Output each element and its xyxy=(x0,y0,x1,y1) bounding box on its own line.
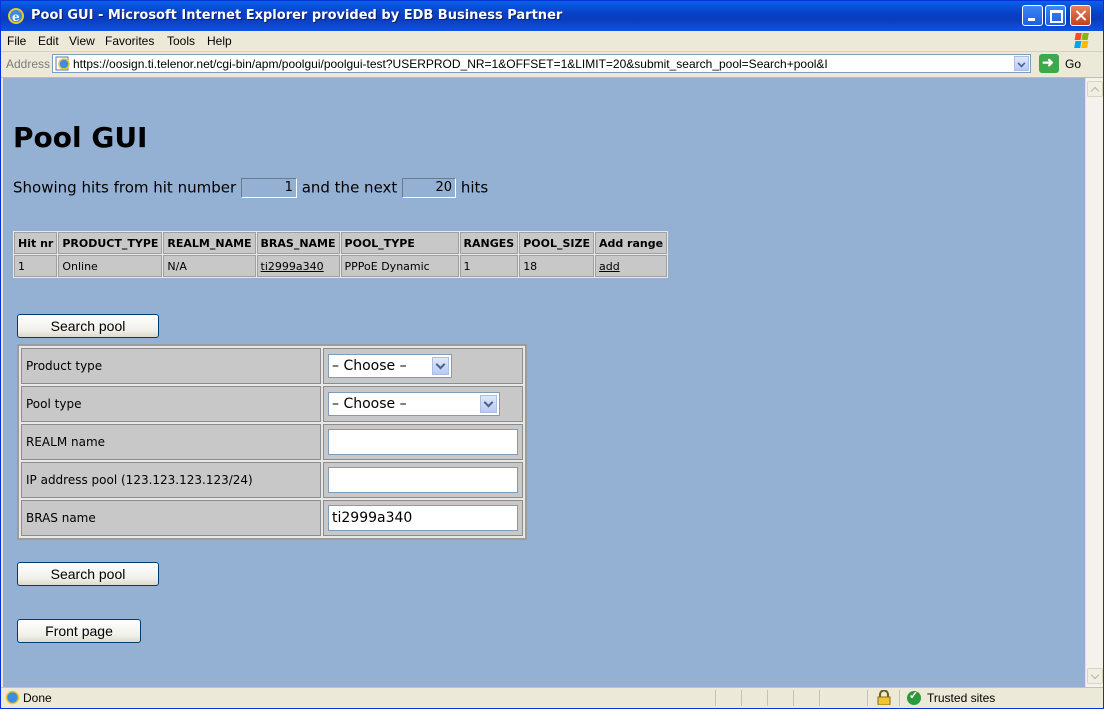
product-type-select[interactable]: – Choose – xyxy=(328,354,452,378)
limit-input[interactable]: 20 xyxy=(402,178,457,198)
address-label: Address xyxy=(6,57,51,71)
product-type-value: – Choose – xyxy=(332,358,407,374)
status-divider xyxy=(867,690,868,706)
zone-label: Trusted sites xyxy=(927,691,996,705)
pool-type-label: Pool type xyxy=(21,386,321,422)
status-divider xyxy=(715,690,716,706)
cell-pool-size: 18 xyxy=(519,255,594,277)
address-url: https://oosign.ti.telenor.net/cgi-bin/ap… xyxy=(73,57,828,71)
col-header: RANGES xyxy=(459,232,519,254)
menu-bar: File Edit View Favorites Tools Help xyxy=(1,31,1103,52)
cell-bras-name: ti2999a340 xyxy=(256,255,340,277)
chevron-down-icon xyxy=(480,395,497,413)
status-divider xyxy=(793,690,794,706)
cell-hit-nr: 1 xyxy=(14,255,58,277)
product-type-cell: – Choose – xyxy=(323,348,523,384)
menu-edit[interactable]: Edit xyxy=(38,34,59,48)
ip-pool-label: IP address pool (123.123.123.123/24) xyxy=(21,462,321,498)
menu-file[interactable]: File xyxy=(7,34,26,48)
pool-type-cell: – Choose – xyxy=(323,386,523,422)
go-button[interactable]: Go xyxy=(1065,57,1081,71)
svg-text:e: e xyxy=(12,10,20,24)
form-row-bras-name: BRAS name ti2999a340 xyxy=(21,500,523,536)
ip-pool-cell xyxy=(323,462,523,498)
col-header: POOL_TYPE xyxy=(340,232,459,254)
scroll-down-icon[interactable] xyxy=(1087,668,1103,684)
results-header-row: Hit nr PRODUCT_TYPE REALM_NAME BRAS_NAME… xyxy=(14,232,668,254)
windows-flag-icon xyxy=(1074,33,1089,48)
results-table: Hit nr PRODUCT_TYPE REALM_NAME BRAS_NAME… xyxy=(13,231,669,278)
search-pool-button-bottom[interactable]: Search pool xyxy=(17,562,159,586)
page-icon xyxy=(55,56,70,71)
hits-suffix: hits xyxy=(460,178,489,197)
bras-name-link[interactable]: ti2999a340 xyxy=(261,260,324,273)
realm-name-cell xyxy=(323,424,523,460)
title-bar: e Pool GUI - Microsoft Internet Explorer… xyxy=(1,1,1103,31)
address-input[interactable]: https://oosign.ti.telenor.net/cgi-bin/ap… xyxy=(52,54,1031,73)
status-divider xyxy=(767,690,768,706)
col-header: BRAS_NAME xyxy=(256,232,340,254)
form-row-product-type: Product type – Choose – xyxy=(21,348,523,384)
trusted-sites-icon xyxy=(907,689,921,705)
table-row: 1 Online N/A ti2999a340 PPPoE Dynamic 1 … xyxy=(14,255,668,277)
pool-type-select[interactable]: – Choose – xyxy=(328,392,500,416)
status-divider xyxy=(819,690,820,706)
close-button[interactable] xyxy=(1070,5,1091,26)
maximize-button[interactable] xyxy=(1045,5,1066,26)
hits-line: Showing hits from hit number 1 and the n… xyxy=(13,178,488,198)
form-row-realm-name: REALM name xyxy=(21,424,523,460)
page-content: Pool GUI Showing hits from hit number 1 … xyxy=(3,78,1085,687)
menu-tools[interactable]: Tools xyxy=(167,34,195,48)
col-header: PRODUCT_TYPE xyxy=(58,232,163,254)
form-row-pool-type: Pool type – Choose – xyxy=(21,386,523,422)
cell-add-range: add xyxy=(594,255,668,277)
status-bar: Done Trusted sites xyxy=(1,687,1103,708)
menu-favorites[interactable]: Favorites xyxy=(105,34,154,48)
search-pool-button-top[interactable]: Search pool xyxy=(17,314,159,338)
status-divider xyxy=(899,690,900,706)
status-divider xyxy=(741,690,742,706)
col-header: Hit nr xyxy=(14,232,58,254)
search-form: Product type – Choose – Pool type – Choo… xyxy=(17,344,527,540)
pool-type-value: – Choose – xyxy=(332,396,407,412)
menu-view[interactable]: View xyxy=(69,34,95,48)
menu-help[interactable]: Help xyxy=(207,34,232,48)
ip-pool-input[interactable] xyxy=(328,467,518,493)
ie-logo-icon: e xyxy=(8,8,24,24)
page-title: Pool GUI xyxy=(13,121,148,154)
scroll-up-icon[interactable] xyxy=(1087,81,1103,97)
browser-window: e Pool GUI - Microsoft Internet Explorer… xyxy=(0,0,1104,709)
front-page-button[interactable]: Front page xyxy=(17,619,141,643)
cell-realm-name: N/A xyxy=(163,255,256,277)
hits-prefix: Showing hits from hit number xyxy=(13,178,237,197)
minimize-button[interactable] xyxy=(1022,5,1043,26)
address-bar: Address https://oosign.ti.telenor.net/cg… xyxy=(1,52,1103,78)
lock-icon xyxy=(877,690,891,705)
cell-ranges: 1 xyxy=(459,255,519,277)
status-text: Done xyxy=(23,691,52,705)
chevron-down-icon xyxy=(432,357,449,375)
product-type-label: Product type xyxy=(21,348,321,384)
col-header: REALM_NAME xyxy=(163,232,256,254)
col-header: POOL_SIZE xyxy=(519,232,594,254)
cell-product-type: Online xyxy=(58,255,163,277)
offset-input[interactable]: 1 xyxy=(240,178,297,198)
go-arrow-icon[interactable] xyxy=(1039,54,1059,73)
address-dropdown-icon[interactable] xyxy=(1014,56,1029,71)
col-header: Add range xyxy=(594,232,668,254)
realm-name-input[interactable] xyxy=(328,429,518,455)
vertical-scrollbar[interactable] xyxy=(1085,78,1103,687)
add-range-link[interactable]: add xyxy=(599,260,620,273)
bras-name-cell: ti2999a340 xyxy=(323,500,523,536)
bras-name-input[interactable]: ti2999a340 xyxy=(328,505,518,531)
form-row-ip-pool: IP address pool (123.123.123.123/24) xyxy=(21,462,523,498)
cell-pool-type: PPPoE Dynamic xyxy=(340,255,459,277)
realm-name-label: REALM name xyxy=(21,424,321,460)
window-title: Pool GUI - Microsoft Internet Explorer p… xyxy=(31,8,563,23)
ie-page-icon xyxy=(5,690,20,705)
hits-middle: and the next xyxy=(301,178,398,197)
bras-name-label: BRAS name xyxy=(21,500,321,536)
